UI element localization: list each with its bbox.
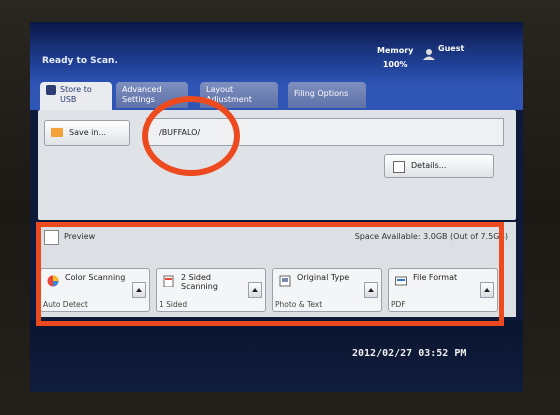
save-in-label: Save in... <box>69 128 107 137</box>
annotation-circle <box>142 96 240 176</box>
details-label: Details... <box>411 161 447 170</box>
status-bar: Ready to Scan. Memory 100% Guest <box>30 22 523 86</box>
folder-icon <box>51 128 63 137</box>
tab-label: Filing Options <box>294 89 349 98</box>
details-icon <box>393 161 405 173</box>
tab-label: Store to USB <box>60 85 92 104</box>
annotation-rectangle <box>36 222 504 326</box>
details-button[interactable]: Details... <box>384 154 494 178</box>
memory-value: 100% <box>382 60 408 69</box>
usb-icon <box>46 85 56 95</box>
memory-indicator: Memory 100% <box>377 44 413 72</box>
save-in-button[interactable]: Save in... <box>44 120 130 146</box>
touch-screen: Ready to Scan. Memory 100% Guest Store t… <box>30 22 523 392</box>
memory-label: Memory <box>377 46 414 55</box>
status-text: Ready to Scan. <box>42 56 118 66</box>
datetime-display: 2012/02/27 03:52 PM <box>352 348 467 359</box>
user-name[interactable]: Guest <box>438 44 464 53</box>
user-icon <box>423 49 435 60</box>
store-to-usb-panel: Save in... /BUFFALO/ Details... <box>38 110 516 220</box>
tab-store-to-usb[interactable]: Store to USB <box>40 82 112 112</box>
tab-filing-options[interactable]: Filing Options <box>288 82 366 108</box>
tab-label: Advanced Settings <box>122 85 162 104</box>
